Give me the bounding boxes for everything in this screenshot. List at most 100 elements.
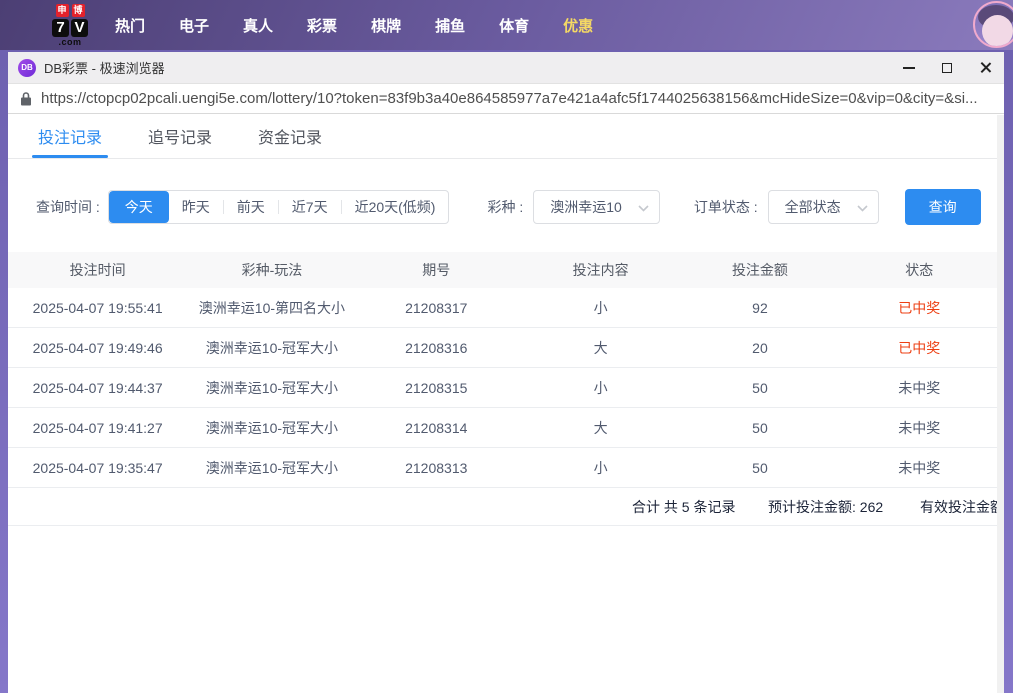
time-option[interactable]: 今天 <box>109 191 169 223</box>
close-icon <box>979 61 992 74</box>
logo-badges: 申 博 <box>56 4 85 17</box>
window-titlebar: DB DB彩票 - 极速浏览器 <box>8 52 1004 84</box>
cell-status: 未中奖 <box>835 458 1004 478</box>
status-select[interactable]: 全部状态 <box>768 190 879 224</box>
column-header: 投注时间 <box>8 260 187 280</box>
table-row: 2025-04-07 19:49:46澳洲幸运10-冠军大小21208316大2… <box>8 328 1004 368</box>
cell-time: 2025-04-07 19:49:46 <box>8 340 187 356</box>
summary-valid-amount: 有效投注金额 <box>920 497 1004 517</box>
cell-amount: 20 <box>685 340 834 356</box>
status-select-value: 全部状态 <box>785 197 841 217</box>
table-row: 2025-04-07 19:55:41澳洲幸运10-第四名大小21208317小… <box>8 288 1004 328</box>
nav-item[interactable]: 体育 <box>499 15 529 36</box>
main-nav: 热门 电子 真人 彩票 棋牌 捕鱼 体育 优惠 <box>115 15 593 36</box>
lottery-filter-label: 彩种 : <box>487 197 523 217</box>
tab-bet-records[interactable]: 投注记录 <box>38 114 102 158</box>
logo-main: 7 V <box>52 19 88 37</box>
cell-issue: 21208315 <box>357 380 516 396</box>
column-header: 投注内容 <box>516 260 685 280</box>
cell-status: 已中奖 <box>835 298 1004 318</box>
cell-time: 2025-04-07 19:35:47 <box>8 460 187 476</box>
time-option[interactable]: 昨天 <box>169 191 223 223</box>
column-header: 期号 <box>357 260 516 280</box>
nav-item[interactable]: 棋牌 <box>371 15 401 36</box>
chevron-down-icon <box>638 199 649 215</box>
search-button[interactable]: 查询 <box>905 189 981 225</box>
nav-item[interactable]: 电子 <box>179 15 209 36</box>
minimize-button[interactable] <box>890 52 928 83</box>
logo-suffix: .com <box>58 38 81 47</box>
cell-game: 澳洲幸运10-冠军大小 <box>187 418 356 438</box>
column-header: 彩种-玩法 <box>187 260 356 280</box>
cell-status: 已中奖 <box>835 338 1004 358</box>
cell-content: 小 <box>516 298 685 318</box>
maximize-button[interactable] <box>928 52 966 83</box>
cell-content: 大 <box>516 418 685 438</box>
cell-issue: 21208313 <box>357 460 516 476</box>
cell-status: 未中奖 <box>835 378 1004 398</box>
column-header: 状态 <box>835 260 1004 280</box>
filter-bar: 查询时间 : 今天昨天前天近7天近20天(低频) 彩种 : 澳洲幸运10 订单状… <box>8 189 1004 225</box>
lottery-select[interactable]: 澳洲幸运10 <box>533 190 660 224</box>
url-text: https://ctopcp02pcali.uengi5e.com/lotter… <box>41 90 978 107</box>
window-controls <box>890 52 1004 83</box>
cell-time: 2025-04-07 19:41:27 <box>8 420 187 436</box>
time-option[interactable]: 近20天(低频) <box>342 191 449 223</box>
cell-game: 澳洲幸运10-第四名大小 <box>187 298 356 318</box>
summary-total: 合计 共 5 条记录 <box>632 497 735 517</box>
window-title: DB彩票 - 极速浏览器 <box>44 58 165 77</box>
user-avatar[interactable] <box>973 1 1013 48</box>
nav-item[interactable]: 捕鱼 <box>435 15 465 36</box>
cell-content: 小 <box>516 458 685 478</box>
cell-content: 小 <box>516 378 685 398</box>
cell-amount: 50 <box>685 420 834 436</box>
cell-amount: 92 <box>685 300 834 316</box>
time-option[interactable]: 前天 <box>224 191 278 223</box>
summary-expected-amount: 预计投注金额: 262 <box>768 497 883 517</box>
browser-window: DB DB彩票 - 极速浏览器 https://ctopcp02pcali.ue… <box>8 52 1004 693</box>
chevron-down-icon <box>857 199 868 215</box>
address-bar[interactable]: https://ctopcp02pcali.uengi5e.com/lotter… <box>8 84 1004 114</box>
nav-item[interactable]: 真人 <box>243 15 273 36</box>
cell-issue: 21208316 <box>357 340 516 356</box>
status-filter-label: 订单状态 : <box>694 197 758 217</box>
page-content: 投注记录 追号记录 资金记录 查询时间 : 今天昨天前天近7天近20天(低频) … <box>8 114 1004 526</box>
nav-item[interactable]: 优惠 <box>563 15 593 36</box>
time-option[interactable]: 近7天 <box>279 191 341 223</box>
cell-content: 大 <box>516 338 685 358</box>
cell-issue: 21208314 <box>357 420 516 436</box>
cell-time: 2025-04-07 19:44:37 <box>8 380 187 396</box>
close-button[interactable] <box>966 52 1004 83</box>
logo-tile: V <box>71 19 88 37</box>
cell-amount: 50 <box>685 380 834 396</box>
record-tabs: 投注记录 追号记录 资金记录 <box>8 114 1004 159</box>
nav-item[interactable]: 彩票 <box>307 15 337 36</box>
cell-amount: 50 <box>685 460 834 476</box>
site-topbar: 申 博 7 V .com 热门 电子 真人 彩票 棋牌 捕鱼 体育 优惠 <box>0 0 1013 50</box>
column-header: 投注金额 <box>685 260 834 280</box>
logo-tile: 7 <box>52 19 69 37</box>
table-header: 投注时间彩种-玩法期号投注内容投注金额状态 <box>8 252 1004 288</box>
cell-issue: 21208317 <box>357 300 516 316</box>
nav-item[interactable]: 热门 <box>115 15 145 36</box>
table-row: 2025-04-07 19:41:27澳洲幸运10-冠军大小21208314大5… <box>8 408 1004 448</box>
cell-time: 2025-04-07 19:55:41 <box>8 300 187 316</box>
tab-fund-records[interactable]: 资金记录 <box>258 114 322 158</box>
scrollbar[interactable] <box>997 115 1004 693</box>
cell-game: 澳洲幸运10-冠军大小 <box>187 338 356 358</box>
cell-status: 未中奖 <box>835 418 1004 438</box>
lottery-select-value: 澳洲幸运10 <box>550 197 622 217</box>
cell-game: 澳洲幸运10-冠军大小 <box>187 378 356 398</box>
site-logo[interactable]: 申 博 7 V .com <box>52 4 88 47</box>
table-summary: 合计 共 5 条记录 预计投注金额: 262 有效投注金额 <box>8 488 1004 526</box>
logo-badge: 博 <box>72 4 85 17</box>
table-row: 2025-04-07 19:44:37澳洲幸运10-冠军大小21208315小5… <box>8 368 1004 408</box>
lock-icon <box>20 91 32 106</box>
records-table: 投注时间彩种-玩法期号投注内容投注金额状态 2025-04-07 19:55:4… <box>8 252 1004 526</box>
time-filter-group: 今天昨天前天近7天近20天(低频) <box>108 190 450 224</box>
logo-badge: 申 <box>56 4 69 17</box>
tab-chase-records[interactable]: 追号记录 <box>148 114 212 158</box>
minimize-icon <box>903 67 915 69</box>
cell-game: 澳洲幸运10-冠军大小 <box>187 458 356 478</box>
site-favicon-icon: DB <box>18 59 36 77</box>
